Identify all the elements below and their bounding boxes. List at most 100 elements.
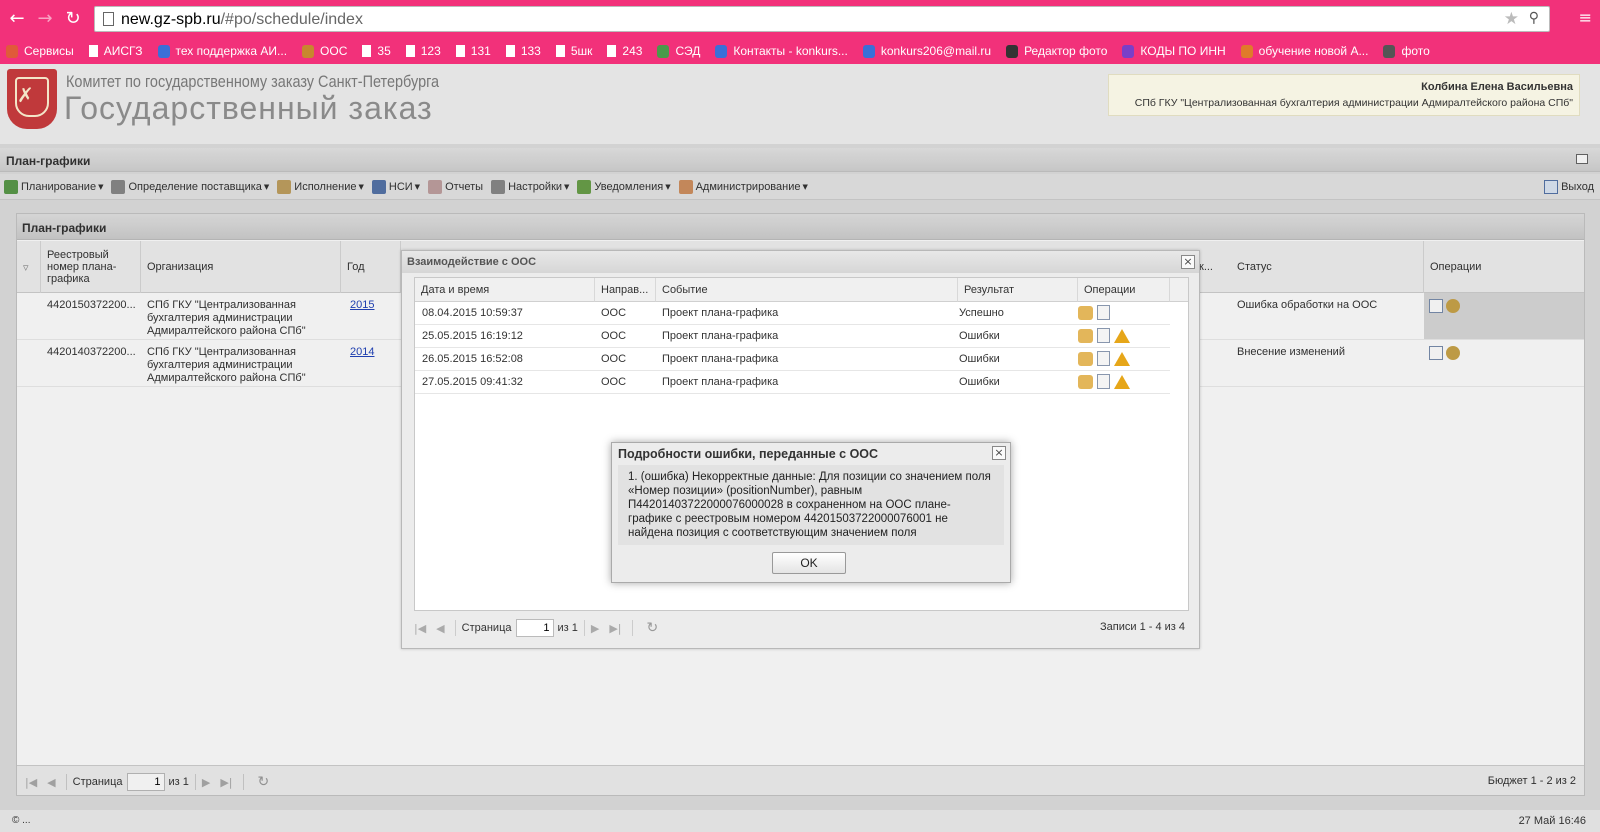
page-icon — [362, 45, 372, 57]
bookmark-item[interactable]: АИСГЗ — [88, 44, 143, 58]
bookmark-item[interactable]: Контакты - konkurs... — [715, 44, 848, 58]
cell-datetime: 25.05.2015 16:19:12 — [422, 330, 523, 342]
cell-datetime: 08.04.2015 10:59:37 — [422, 307, 523, 319]
package-icon[interactable] — [1078, 328, 1093, 343]
close-icon[interactable]: × — [1181, 255, 1195, 269]
ok-button[interactable]: OK — [772, 552, 846, 574]
bookmark-item[interactable]: тех поддержка АИ... — [157, 44, 287, 58]
cell-direction: ООС — [601, 376, 627, 388]
warning-icon[interactable] — [1114, 328, 1130, 343]
help-icon — [157, 44, 170, 58]
at-icon — [715, 44, 728, 58]
bookmark-item[interactable]: обучение новой А... — [1240, 44, 1368, 58]
bookmark-item[interactable]: 35 — [362, 44, 391, 58]
package-icon[interactable] — [1078, 351, 1093, 366]
bookmark-item[interactable]: ООС — [302, 44, 347, 58]
warning-icon[interactable] — [1114, 374, 1130, 389]
bookmark-item[interactable]: 123 — [405, 44, 441, 58]
bookmark-item[interactable]: 5шк — [555, 44, 592, 58]
sed-icon — [657, 44, 670, 58]
prev-page-icon[interactable]: ◀ — [436, 622, 444, 635]
column-result[interactable]: Результат — [958, 278, 1078, 302]
cell-event: Проект плана-графика — [662, 376, 779, 388]
at-icon — [862, 44, 875, 58]
page-icon — [88, 45, 98, 57]
address-bar[interactable]: new.gz-spb.ru/#po/schedule/index ★ ⚲ — [94, 6, 1550, 32]
cell-event: Проект плана-графика — [662, 330, 779, 342]
oos-pager: |◀ ◀ Страница из 1 ▶ ▶| ↻ Записи 1 - 4 и… — [414, 615, 1189, 641]
app-title: Государственный заказ — [64, 90, 433, 126]
back-icon[interactable]: ← — [6, 8, 28, 30]
url-text: new.gz-spb.ru/#po/schedule/index — [121, 11, 363, 28]
column-event[interactable]: Событие — [656, 278, 958, 302]
user-info: Колбина Елена Васильевна СПб ГКУ "Центра… — [1108, 74, 1580, 116]
table-row[interactable]: 08.04.2015 10:59:37 ООС Проект плана-графи… — [415, 302, 1170, 325]
table-row[interactable]: 25.05.2015 16:19:12 ООС Проект плана-графи… — [415, 325, 1170, 348]
error-message: 1. (ошибка) Некорректные данные: Для поз… — [618, 465, 1004, 545]
bookmark-item[interactable]: КОДЫ ПО ИНН — [1122, 44, 1226, 58]
first-page-icon[interactable]: |◀ — [414, 622, 426, 635]
column-direction[interactable]: Направ... — [595, 278, 656, 302]
page-number-input[interactable] — [515, 619, 554, 637]
refresh-icon[interactable]: ↻ — [647, 620, 659, 636]
cell-direction: ООС — [601, 307, 627, 319]
bookmark-item[interactable]: СЭД — [657, 44, 700, 58]
page-icon — [103, 12, 114, 26]
bookmark-item[interactable]: konkurs206@mail.ru — [862, 44, 991, 58]
column-datetime[interactable]: Дата и время — [415, 278, 595, 302]
last-page-icon[interactable]: ▶| — [609, 622, 621, 635]
close-icon[interactable]: × — [992, 446, 1006, 460]
column-operations[interactable]: Операции — [1078, 278, 1170, 302]
committee-name: Комитет по государственному заказу Санкт… — [66, 72, 440, 91]
bookmark-item[interactable]: 131 — [455, 44, 491, 58]
table-row[interactable]: 26.05.2015 16:52:08 ООС Проект плана-графи… — [415, 348, 1170, 371]
bookmark-item[interactable]: фото — [1383, 44, 1430, 58]
page-icon — [455, 45, 465, 57]
user-name: Колбина Елена Васильевна — [1421, 81, 1573, 93]
status-bar: © ... 27 Май 16:46 — [0, 810, 1600, 832]
cell-result: Ошибки — [959, 376, 1000, 388]
cell-direction: ООС — [601, 353, 627, 365]
bookmark-star-icon[interactable]: ★ — [1504, 9, 1519, 29]
cell-direction: ООС — [601, 330, 627, 342]
records-summary: Записи 1 - 4 из 4 — [1100, 621, 1185, 633]
page-label: Страница — [461, 622, 512, 634]
codes-icon — [1122, 44, 1135, 58]
cell-result: Ошибки — [959, 353, 1000, 365]
document-icon[interactable] — [1097, 305, 1110, 320]
bookmark-item[interactable]: 133 — [505, 44, 541, 58]
document-icon[interactable] — [1097, 374, 1110, 389]
next-page-icon[interactable]: ▶ — [591, 622, 599, 635]
cell-result: Успешно — [959, 307, 1004, 319]
package-icon[interactable] — [1078, 374, 1093, 389]
cell-datetime: 26.05.2015 16:52:08 — [422, 353, 523, 365]
bookmark-item[interactable]: Редактор фото — [1006, 44, 1107, 58]
dialog-title: Подробности ошибки, переданные с ООС — [618, 447, 879, 461]
error-details-dialog: Подробности ошибки, переданные с ООС × 1… — [611, 442, 1011, 583]
key-icon[interactable]: ⚲ — [1529, 10, 1539, 26]
spb-emblem-logo[interactable]: ✗ — [7, 69, 57, 129]
photo-editor-icon — [1006, 44, 1019, 58]
document-icon[interactable] — [1097, 351, 1110, 366]
brush-icon — [1383, 44, 1396, 58]
page-icon — [607, 45, 617, 57]
forward-icon[interactable]: → — [34, 8, 56, 30]
bookmark-item[interactable]: Сервисы — [6, 44, 74, 58]
emblem-icon — [302, 44, 315, 58]
page-of-label: из 1 — [557, 622, 578, 634]
bookmark-item[interactable]: 243 — [607, 44, 642, 58]
training-icon — [1240, 44, 1253, 58]
package-icon[interactable] — [1078, 305, 1093, 320]
browser-menu-icon[interactable]: ≡ — [1579, 8, 1592, 27]
cell-event: Проект плана-графика — [662, 307, 779, 319]
app-header: ✗ Комитет по государственному заказу Сан… — [0, 64, 1600, 144]
document-icon[interactable] — [1097, 328, 1110, 343]
cell-datetime: 27.05.2015 09:41:32 — [422, 376, 523, 388]
cell-result: Ошибки — [959, 330, 1000, 342]
reload-icon[interactable]: ↻ — [62, 8, 84, 30]
window-title: Взаимодействие с ООС — [402, 251, 1199, 273]
table-row[interactable]: 27.05.2015 09:41:32 ООС Проект плана-графи… — [415, 371, 1170, 394]
warning-icon[interactable] — [1114, 351, 1130, 366]
status-datetime: 27 Май 16:46 — [1518, 815, 1586, 827]
apps-icon — [6, 44, 18, 58]
